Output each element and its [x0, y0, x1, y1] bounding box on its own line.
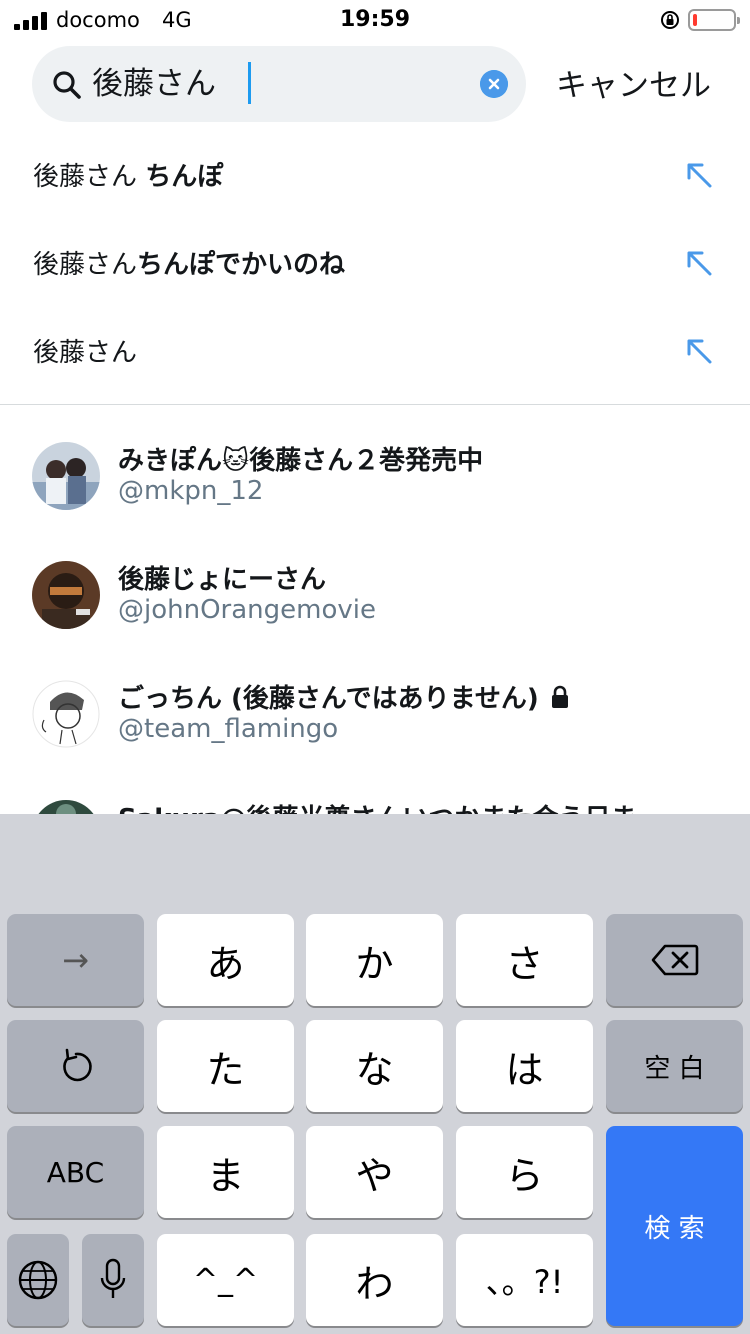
avatar: [32, 442, 100, 510]
user-result-row[interactable]: 後藤じょにーさん @johnOrangemovie: [0, 561, 750, 679]
user-display-name: 後藤じょにーさん: [118, 565, 327, 595]
search-icon: [53, 71, 81, 99]
avatar: [32, 561, 100, 629]
keyboard: → あ か さ た な は 空 白 ABC ま や ら ^_^ わ 、。?! 検…: [0, 814, 750, 1334]
user-display-name: Sakura@後藤光尊さんいつかまた会う日ま…: [118, 798, 662, 814]
suggestion-item[interactable]: 後藤さん ちんぽ: [0, 132, 750, 220]
clock: 19:59: [339, 7, 411, 32]
suggestion-item[interactable]: 後藤さん: [0, 308, 750, 396]
backspace-icon: [651, 944, 698, 976]
emoticon-key[interactable]: ^_^: [157, 1234, 294, 1326]
avatar: [32, 680, 100, 748]
user-display-name: みきぽん🐱後藤さん２巻発売中: [118, 446, 484, 476]
suggestion-text: 後藤さんちんぽでかいのね: [33, 250, 346, 280]
user-handle: @mkpn_12: [118, 476, 264, 506]
key-ya[interactable]: や: [306, 1126, 443, 1218]
battery-level: [693, 14, 697, 26]
clear-search-icon[interactable]: [480, 70, 508, 98]
globe-key[interactable]: [7, 1234, 69, 1326]
text-caret: [248, 62, 251, 104]
search-key[interactable]: 検 索: [606, 1126, 743, 1326]
abc-mode-key[interactable]: ABC: [7, 1126, 144, 1218]
user-display-name-text: ごっちん (後藤さんではありません): [118, 684, 539, 714]
suggestion-item[interactable]: 後藤さんちんぽでかいのね: [0, 220, 750, 308]
user-handle: @johnOrangemovie: [118, 595, 376, 625]
key-ma[interactable]: ま: [157, 1126, 294, 1218]
punctuation-key[interactable]: 、。?!: [456, 1234, 593, 1326]
fill-query-arrow-icon[interactable]: [684, 248, 714, 278]
status-bar: docomo 4G 19:59: [0, 0, 750, 40]
suggestion-text: 後藤さん ちんぽ: [33, 162, 224, 192]
key-ta[interactable]: た: [157, 1020, 294, 1112]
space-key[interactable]: 空 白: [606, 1020, 743, 1112]
cancel-button[interactable]: キャンセル: [556, 60, 711, 105]
globe-icon: [18, 1260, 58, 1300]
lock-icon: [551, 685, 568, 708]
key-ha[interactable]: は: [456, 1020, 593, 1112]
user-result-row[interactable]: みきぽん🐱後藤さん２巻発売中 @mkpn_12: [0, 442, 750, 560]
next-candidate-key[interactable]: →: [7, 914, 144, 1006]
key-a[interactable]: あ: [157, 914, 294, 1006]
user-result-row[interactable]: ごっちん (後藤さんではありません) @team_flamingo: [0, 680, 750, 798]
backspace-key[interactable]: [606, 914, 743, 1006]
user-handle: @team_flamingo: [118, 714, 339, 744]
divider: [0, 404, 750, 405]
microphone-icon: [100, 1258, 126, 1298]
dictation-key[interactable]: [82, 1234, 144, 1326]
search-input[interactable]: [92, 60, 472, 108]
fill-query-arrow-icon[interactable]: [684, 336, 714, 366]
key-na[interactable]: な: [306, 1020, 443, 1112]
key-ra[interactable]: ら: [456, 1126, 593, 1218]
user-result-row[interactable]: Sakura@後藤光尊さんいつかまた会う日ま…: [0, 796, 750, 814]
orientation-lock-icon: [661, 11, 679, 29]
user-display-name: ごっちん (後藤さんではありません): [118, 678, 571, 715]
battery-icon: [688, 9, 740, 31]
key-wa[interactable]: わ: [306, 1234, 443, 1326]
undo-key[interactable]: [7, 1020, 144, 1112]
fill-query-arrow-icon[interactable]: [684, 160, 714, 190]
search-box[interactable]: [32, 46, 526, 122]
suggestion-text: 後藤さん: [33, 338, 138, 368]
key-ka[interactable]: か: [306, 914, 443, 1006]
avatar: [32, 800, 100, 814]
undo-icon: [62, 1048, 92, 1082]
key-sa[interactable]: さ: [456, 914, 593, 1006]
